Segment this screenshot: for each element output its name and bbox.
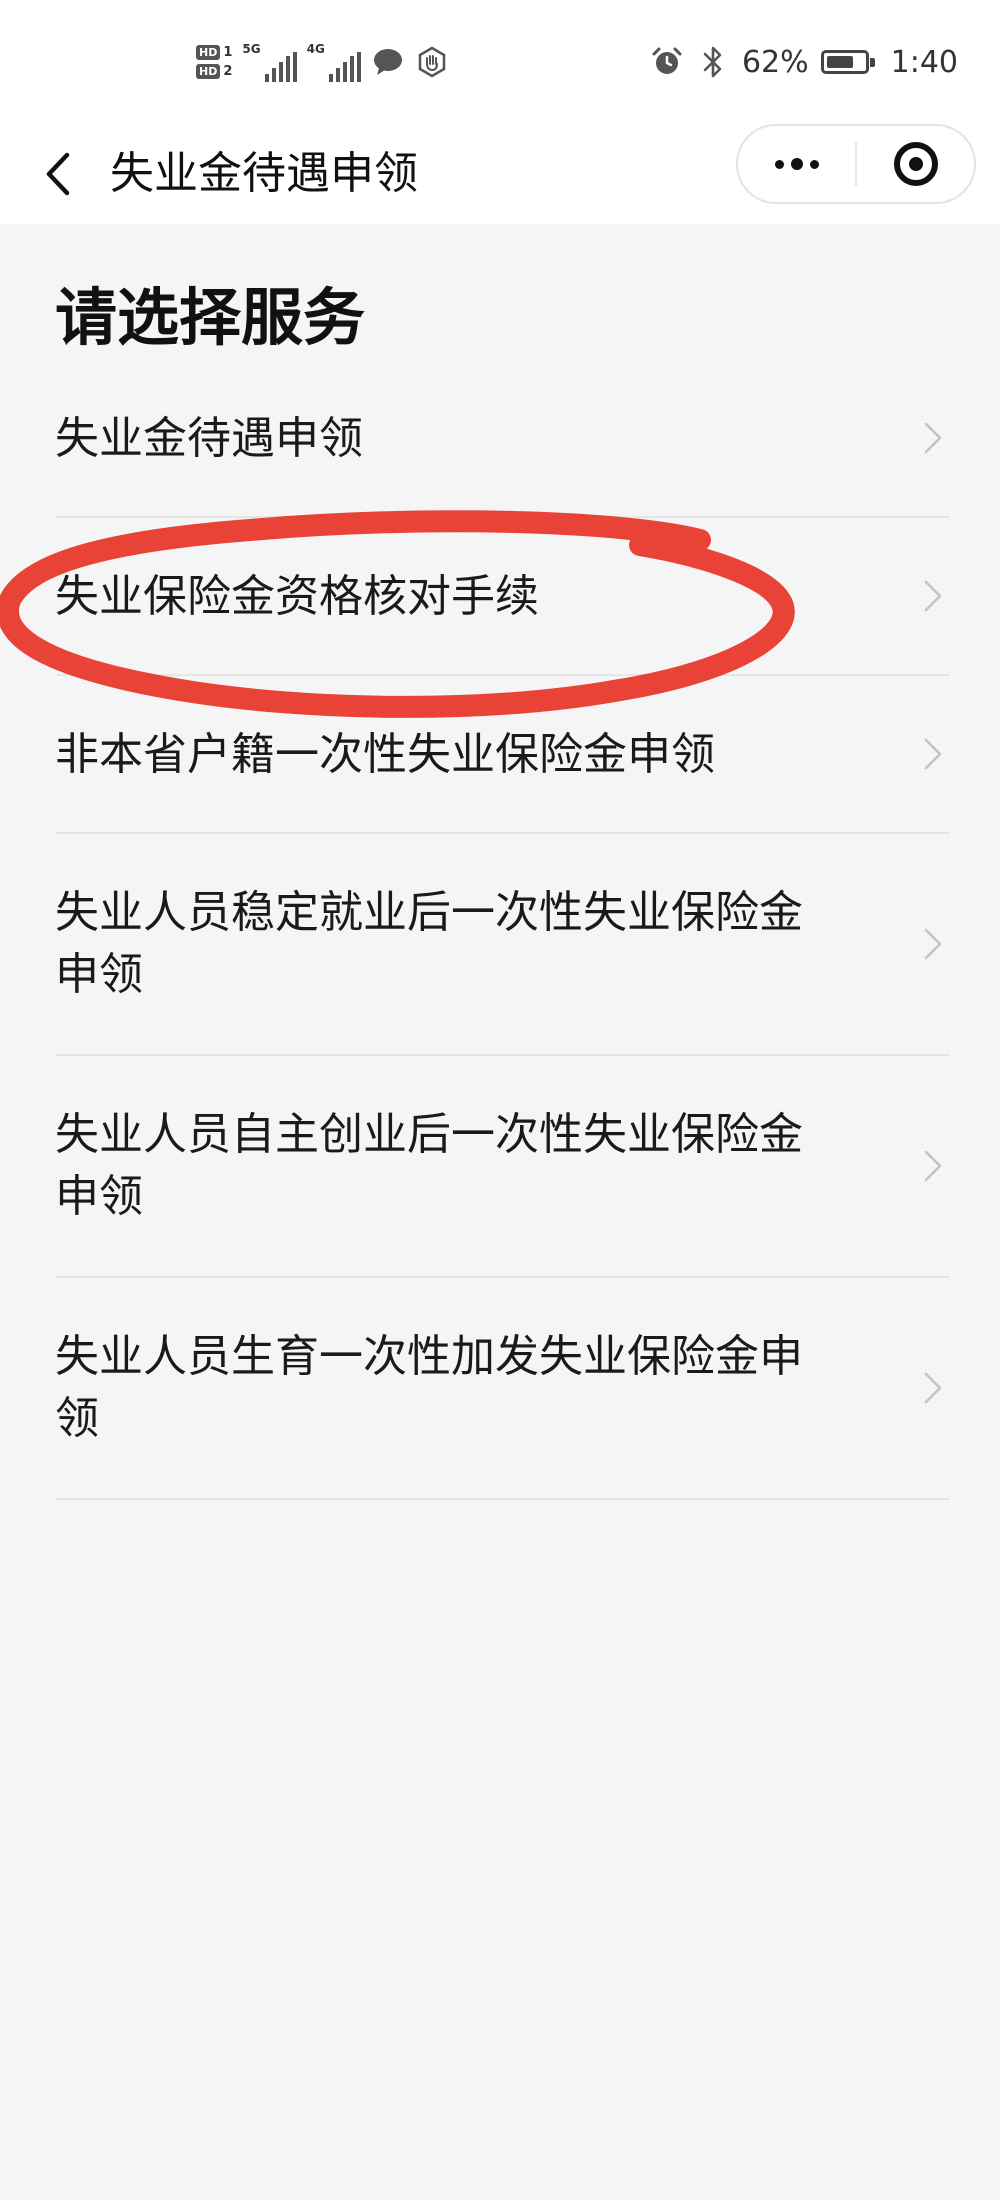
service-item-label: 失业保险金资格核对手续 — [55, 571, 539, 622]
status-right-icons: 62% 1:40 — [650, 34, 958, 90]
hd-indicator-1: HD 1 — [196, 45, 232, 60]
service-item-label: 失业金待遇申领 — [55, 413, 363, 464]
bluetooth-icon — [696, 45, 730, 79]
status-bar: HD 1 HD 2 5G 4G 62% 1:40 — [0, 0, 1000, 124]
hd-badge: HD — [196, 45, 221, 60]
service-item-unemployment-benefit[interactable]: 失业金待遇申领 — [55, 360, 950, 518]
service-item-eligibility-check[interactable]: 失业保险金资格核对手续 — [55, 518, 950, 676]
service-item-maternity-bonus[interactable]: 失业人员生育一次性加发失业保险金申领 — [55, 1278, 950, 1500]
signal-bars-icon — [328, 52, 361, 82]
network-type-label: 5G — [242, 42, 261, 56]
signal-5g: 5G — [242, 42, 297, 82]
battery-percent: 62% — [741, 44, 809, 80]
section-title: 请选择服务 — [55, 281, 366, 354]
chevron-right-icon — [924, 580, 942, 612]
more-button[interactable] — [738, 126, 855, 202]
service-item-label: 非本省户籍一次性失业保险金申领 — [55, 729, 715, 780]
clock: 1:40 — [890, 44, 958, 80]
signal-bars-icon — [264, 52, 297, 82]
back-button[interactable] — [30, 146, 86, 202]
sim-number: 1 — [223, 45, 233, 60]
service-item-nonlocal-one-time[interactable]: 非本省户籍一次性失业保险金申领 — [55, 676, 950, 834]
status-left-icons: HD 1 HD 2 5G 4G — [196, 30, 449, 94]
chevron-right-icon — [924, 928, 942, 960]
service-item-stable-employment[interactable]: 失业人员稳定就业后一次性失业保险金申领 — [55, 834, 950, 1056]
wechat-chat-icon — [371, 45, 405, 79]
chevron-right-icon — [924, 422, 942, 454]
signal-4g: 4G — [307, 42, 361, 82]
alarm-icon — [650, 45, 684, 79]
service-item-label: 失业人员稳定就业后一次性失业保险金申领 — [55, 887, 803, 1000]
hand-icon — [415, 45, 449, 79]
battery-icon — [820, 50, 875, 74]
target-circle-icon — [893, 142, 938, 186]
service-item-label: 失业人员自主创业后一次性失业保险金申领 — [55, 1109, 803, 1222]
hd-indicator-2: HD 2 — [196, 64, 232, 79]
chevron-right-icon — [924, 1372, 942, 1404]
page-title: 失业金待遇申领 — [110, 148, 418, 199]
chevron-right-icon — [924, 1150, 942, 1182]
more-dots-icon — [774, 158, 819, 170]
nav-bar: 失业金待遇申领 — [0, 124, 1000, 224]
hd-indicators: HD 1 HD 2 — [196, 45, 232, 79]
mini-program-capsule — [736, 124, 976, 204]
service-item-self-employment[interactable]: 失业人员自主创业后一次性失业保险金申领 — [55, 1056, 950, 1278]
hd-badge: HD — [196, 64, 221, 79]
close-mini-program-button[interactable] — [857, 126, 974, 202]
chevron-left-icon — [46, 152, 70, 196]
service-item-label: 失业人员生育一次性加发失业保险金申领 — [55, 1331, 803, 1444]
service-list: 失业金待遇申领 失业保险金资格核对手续 非本省户籍一次性失业保险金申领 失业人员… — [55, 360, 950, 1500]
sim-number: 2 — [223, 64, 233, 79]
chevron-right-icon — [924, 738, 942, 770]
network-type-label: 4G — [306, 42, 325, 56]
